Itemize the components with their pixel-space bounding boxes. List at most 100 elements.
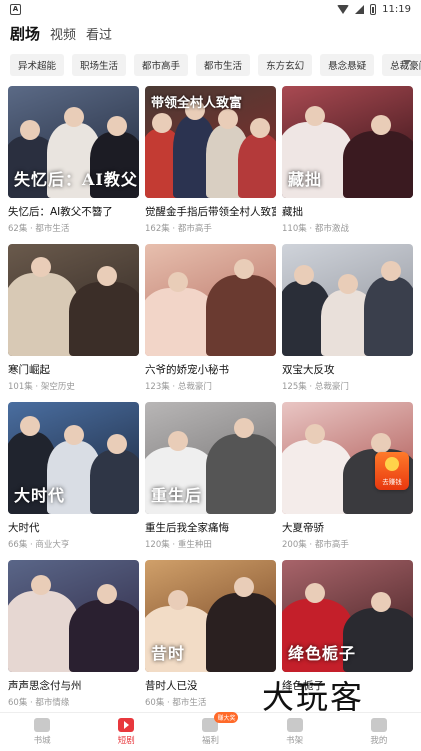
poster-figure-head [305,424,325,444]
nav-label: 福利 [201,736,219,746]
wifi-icon [337,4,350,14]
poster-figure-head [20,416,40,436]
nav-label: 短剧 [117,736,135,746]
poster-figure [206,434,276,514]
poster-figure [206,593,276,672]
status-left: A [10,3,21,15]
drama-poster[interactable] [145,244,276,356]
poster-title-text: 藏拙 [288,170,323,189]
short-drama-icon [118,718,135,732]
drama-poster[interactable]: 绛色栀子 [282,560,413,672]
poster-figure-head [168,590,188,610]
drama-card[interactable]: 带领全村人致富 觉醒金手指后带领全村人致富 162集 · 都市高手 [145,86,276,244]
drama-poster[interactable]: 带领全村人致富 [145,86,276,198]
nav-item-0[interactable]: 书城 [12,718,72,746]
chip-category[interactable]: 异术超能 [10,54,65,76]
nav-label: 书架 [286,736,304,746]
coin-icon [385,457,399,471]
drama-meta: 62集 · 都市生活 [8,224,70,234]
poster-title-text: 带领全村人致富 [151,96,243,111]
drama-title: 藏拙 [282,206,303,218]
poster-figure-head [168,272,188,292]
poster-figure-head [151,113,172,133]
tab-theater[interactable]: 剧场 [10,23,40,44]
chip-category[interactable]: 职场生活 [72,54,127,76]
drama-card[interactable]: 昔时 昔时人已没 60集 · 都市生活 [145,560,276,718]
drama-meta: 60集 · 都市情缘 [8,698,70,708]
nav-item-4[interactable]: 我的 [349,718,409,746]
nav-item-3[interactable]: 书架 [265,718,325,746]
drama-meta: 101集 · 架空历史 [8,382,75,392]
drama-poster[interactable]: 大时代 [8,402,139,514]
chevron-down-icon[interactable] [403,60,411,65]
drama-card[interactable]: 寒门崛起 101集 · 架空历史 [8,244,139,402]
poster-figure [69,282,139,356]
nav-item-1[interactable]: 短剧 [96,718,156,746]
drama-card[interactable]: 失忆后：AI教父 失忆后：AI教父不簪了 62集 · 都市生活 [8,86,139,244]
tab-watched[interactable]: 看过 [86,24,112,43]
poster-figure-head [234,577,254,597]
chip-category[interactable]: 东方玄幻 [258,54,313,76]
chip-category[interactable]: 都市高手 [134,54,189,76]
drama-title: 寒门崛起 [8,364,50,376]
poster-figure-head [338,274,358,294]
poster-figure-head [217,109,238,129]
poster-figure-head [371,592,391,612]
drama-card[interactable]: 双宝大反攻 125集 · 总裁豪门 [282,244,413,402]
drama-card[interactable]: 声声思念付与州 60集 · 都市情缘 [8,560,139,718]
battery-icon [370,3,377,15]
chip-category[interactable]: 都市生活 [196,54,251,76]
red-packet-icon[interactable]: 去赚钱 [375,452,409,490]
tab-video[interactable]: 视频 [50,24,76,43]
top-nav: 剧场 视频 看过 [0,18,421,48]
drama-card[interactable]: 藏拙 藏拙 110集 · 都市激战 [282,86,413,244]
poster-figure-head [305,583,325,603]
drama-poster[interactable]: 昔时 [145,560,276,672]
nav-label: 我的 [370,736,388,746]
drama-poster[interactable]: 藏拙 [282,86,413,198]
poster-title-text: 重生后 [151,486,203,505]
drama-title: 声声思念付与州 [8,680,82,692]
poster-figure-head [20,120,40,140]
chip-category[interactable]: 悬念悬疑 [320,54,375,76]
drama-meta: 162集 · 都市高手 [145,224,212,234]
status-right: 11:19 [337,3,411,15]
drama-title: 双宝大反攻 [282,364,335,376]
poster-figure-head [381,261,401,281]
signal-icon [355,4,365,14]
drama-card[interactable]: 大时代 大时代 66集 · 商业大亨 [8,402,139,560]
drama-meta: 200集 · 都市高手 [282,540,349,550]
nav-badge: 赚大奖 [214,712,239,723]
nav-label: 书城 [33,736,51,746]
poster-figure-head [234,259,254,279]
poster-figure-head [234,418,254,438]
notification-box-icon: A [10,3,21,15]
drama-meta: 66集 · 商业大亨 [8,540,70,550]
drama-meta: 125集 · 总裁豪门 [282,382,349,392]
drama-poster[interactable] [8,244,139,356]
poster-figure-head [64,107,84,127]
drama-grid: 失忆后：AI教父 失忆后：AI教父不簪了 62集 · 都市生活 带领全村人致富 觉醒金手… [8,86,413,718]
bottom-nav: 书城 短剧 福利 赚大奖书架 我的 [0,712,421,751]
drama-title: 大夏帝骄 [282,522,324,534]
nav-item-2[interactable]: 福利 赚大奖 [180,712,240,746]
drama-meta: 123集 · 总裁豪门 [145,382,212,392]
drama-title: 重生后我全家痛悔 [145,522,229,534]
category-chips: 异术超能 职场生活 都市高手 都市生活 东方玄幻 悬念悬疑 总裁豪门 [0,52,421,78]
poster-figure [364,277,413,356]
poster-title-text: 失忆后：AI教父 [14,170,138,189]
drama-poster[interactable] [282,244,413,356]
poster-figure-head [31,257,51,277]
poster-figure-head [97,266,117,286]
poster-title-text: 绛色栀子 [288,644,357,663]
drama-card[interactable]: 六爷的娇宠小秘书 123集 · 总裁豪门 [145,244,276,402]
drama-card[interactable]: 重生后 重生后我全家痛悔 120集 · 重生种田 [145,402,276,560]
poster-figure [206,275,276,356]
drama-poster[interactable] [8,560,139,672]
poster-figure [69,600,139,672]
drama-poster[interactable]: 失忆后：AI教父 [8,86,139,198]
drama-poster[interactable]: 重生后 [145,402,276,514]
poster-figure-head [294,265,314,285]
poster-figure-head [305,106,325,126]
chip-category[interactable]: 总裁豪门 [382,54,421,76]
